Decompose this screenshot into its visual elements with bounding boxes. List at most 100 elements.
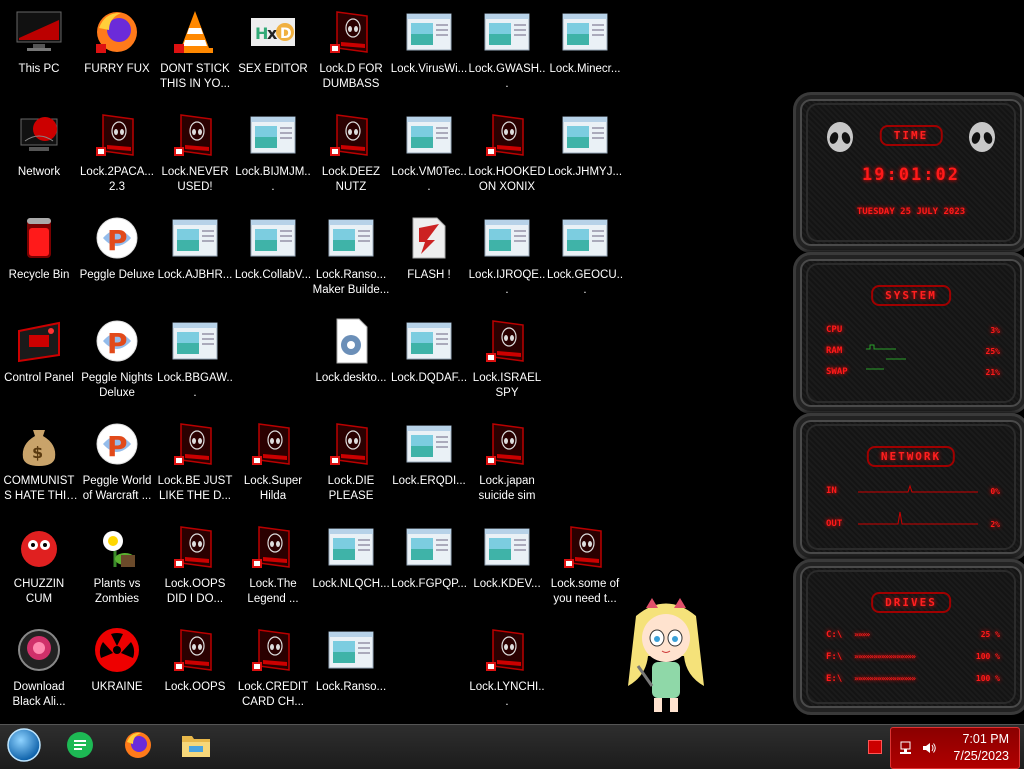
- desktop-icon[interactable]: Lock.DEEZ NUTZ: [312, 103, 390, 203]
- desktop-icon-label: Download Black Ali...: [12, 681, 66, 708]
- desktop-icon[interactable]: Lock.GEOCU...: [546, 206, 624, 306]
- desktop-icon[interactable]: Lock.LYNCHI...: [468, 618, 546, 718]
- desktop-icon[interactable]: Lock.OOPS DID I DO...: [156, 515, 234, 615]
- window-app-icon: [405, 8, 453, 56]
- drive-f-bar: »»»»»»»»»»»»»»»»: [854, 652, 916, 661]
- swap-label: SWAP: [826, 367, 848, 377]
- cpu-value: 3%: [990, 326, 1000, 335]
- desktop-icon[interactable]: Lock.FGPQP...: [390, 515, 468, 615]
- desktop-icon[interactable]: Lock.HOOKED ON XONIX: [468, 103, 546, 203]
- desktop-icon[interactable]: Lock.OOPS: [156, 618, 234, 718]
- chat-app-icon: [65, 730, 95, 765]
- desktop-icon-label: FURRY FUX: [84, 63, 150, 75]
- start-button[interactable]: [4, 727, 44, 765]
- desktop-icon[interactable]: Lock.GWASH...: [468, 0, 546, 100]
- drives-widget-title: DRIVES: [871, 592, 951, 613]
- time-widget-title: TIME: [879, 125, 943, 146]
- flash-file-icon: [405, 214, 453, 262]
- alien-head-right-icon: [966, 121, 998, 155]
- desktop-icon[interactable]: Lock.some of you need t...: [546, 515, 624, 615]
- desktop-icon-label: UKRAINE: [91, 681, 143, 693]
- desktop-icon-label: Lock.GEOCU...: [546, 269, 624, 296]
- desktop-icon[interactable]: P Peggle Deluxe: [78, 206, 156, 306]
- desktop-icon[interactable]: CHUZZIN CUM: [0, 515, 78, 615]
- time-widget: TIME 19:01:02 TUESDAY 25 JULY 2023: [793, 92, 1024, 253]
- taskbar-file-explorer[interactable]: [176, 729, 216, 765]
- monitor-red-icon: [15, 8, 63, 56]
- network-icon[interactable]: [899, 740, 915, 761]
- taskbar-firefox[interactable]: [118, 729, 158, 765]
- taskbar-chat-app[interactable]: [60, 729, 100, 765]
- desktop-icon-label: Recycle Bin: [8, 269, 70, 281]
- tray-clock-time[interactable]: 7:01 PM: [962, 732, 1009, 746]
- desktop-icon[interactable]: Lock.The Legend ...: [234, 515, 312, 615]
- desktop-icon[interactable]: Lock.IJROQE...: [468, 206, 546, 306]
- desktop-icon-label: This PC: [18, 63, 60, 75]
- desktop-icon[interactable]: FURRY FUX: [78, 0, 156, 100]
- net-in-value: 0%: [990, 487, 1000, 496]
- svg-text:$: $: [32, 443, 43, 462]
- desktop-icon-label: Control Panel: [4, 372, 74, 384]
- cpu-label: CPU: [826, 325, 843, 335]
- volume-icon[interactable]: [921, 740, 937, 761]
- desktop-icon[interactable]: Lock.CREDIT CARD CH...: [234, 618, 312, 718]
- desktop-icon[interactable]: Lock.ERQDI...: [390, 412, 468, 512]
- desktop-icon[interactable]: Lock.Minecr...: [546, 0, 624, 100]
- desktop-icon[interactable]: Lock.JHMYJ...: [546, 103, 624, 203]
- desktop-icon[interactable]: UKRAINE: [78, 618, 156, 718]
- desktop-icon[interactable]: Lock.Super Hilda: [234, 412, 312, 512]
- window-app-icon: [171, 214, 219, 262]
- desktop-icon[interactable]: Lock.NEVER USED!: [156, 103, 234, 203]
- desktop-icon[interactable]: Network: [0, 103, 78, 203]
- desktop-icon[interactable]: Plants vs Zombies: [78, 515, 156, 615]
- desktop-icon[interactable]: DONT STICK THIS IN YO...: [156, 0, 234, 100]
- drives-widget: DRIVES C:\ »»»» 25 % F:\ »»»»»»»»»»»»»»»…: [793, 559, 1024, 715]
- net-in-label: IN: [826, 486, 837, 496]
- desktop-icon[interactable]: Lock.Ranso...: [312, 618, 390, 718]
- desktop-icon[interactable]: Recycle Bin: [0, 206, 78, 306]
- desktop-icon-label: Lock.japan suicide sim: [478, 475, 536, 502]
- desktop-icon[interactable]: Lock.VM0Tec...: [390, 103, 468, 203]
- desktop-icon[interactable]: Lock.deskto...: [312, 309, 390, 409]
- desktop-icon[interactable]: Lock.DIE PLEASE: [312, 412, 390, 512]
- desktop-icon[interactable]: P Peggle World of Warcraft ...: [78, 412, 156, 512]
- desktop-icon[interactable]: P Peggle Nights Deluxe: [78, 309, 156, 409]
- desktop-icon[interactable]: Lock.AJBHR...: [156, 206, 234, 306]
- desktop-icon[interactable]: Lock.japan suicide sim: [468, 412, 546, 512]
- desktop-icon-label: Lock.ISRAEL SPY: [472, 372, 542, 399]
- show-hidden-icons-button[interactable]: [868, 740, 882, 754]
- network-widget-title: NETWORK: [866, 446, 956, 467]
- alien-lock-icon: [249, 626, 297, 674]
- window-app-icon: [405, 317, 453, 365]
- alien-lock-icon: [483, 317, 531, 365]
- drive-e-value: 100 %: [975, 674, 1000, 683]
- desktop-icon[interactable]: $ COMMUNISTS HATE THIS G...: [0, 412, 78, 512]
- desktop-icon[interactable]: Lock.ISRAEL SPY: [468, 309, 546, 409]
- desktop-icon[interactable]: This PC: [0, 0, 78, 100]
- desktop-icon[interactable]: FLASH !: [390, 206, 468, 306]
- desktop-icon[interactable]: Hx D SEX EDITOR: [234, 0, 312, 100]
- tray-clock-date[interactable]: 7/25/2023: [953, 749, 1009, 763]
- firefox-icon: [123, 730, 153, 765]
- desktop-icon[interactable]: Lock.DQDAF...: [390, 309, 468, 409]
- desktop-icon[interactable]: Control Panel: [0, 309, 78, 409]
- desktop-icon-label: COMMUNISTS HATE THIS G...: [3, 475, 75, 502]
- desktop-icon[interactable]: Lock.NLQCH...: [312, 515, 390, 615]
- settings-file-icon: [327, 317, 375, 365]
- desktop-icon[interactable]: Lock.VirusWi...: [390, 0, 468, 100]
- svg-text:P: P: [107, 224, 128, 257]
- desktop-icon[interactable]: Lock.BE JUST LIKE THE D...: [156, 412, 234, 512]
- desktop-icon-label: Lock.Minecr...: [549, 63, 621, 75]
- desktop-icon[interactable]: Lock.BBGAW...: [156, 309, 234, 409]
- desktop-icon[interactable]: Lock.D FOR DUMBASS: [312, 0, 390, 100]
- desktop-icon[interactable]: Lock.2PACA... 2.3: [78, 103, 156, 203]
- desktop-icon-label: Lock.GWASH...: [468, 63, 546, 90]
- desktop-icon[interactable]: Lock.BIJMJM...: [234, 103, 312, 203]
- system-tray[interactable]: 7:01 PM 7/25/2023: [890, 727, 1020, 769]
- desktop-icon-label: Lock.IJROQE...: [468, 269, 546, 296]
- desktop-icon[interactable]: Lock.KDEV...: [468, 515, 546, 615]
- vlc-cone-icon: [171, 8, 219, 56]
- desktop-icon[interactable]: Download Black Ali...: [0, 618, 78, 718]
- desktop-icon[interactable]: Lock.CollabV...: [234, 206, 312, 306]
- desktop-icon[interactable]: Lock.Ranso... Maker Builde...: [312, 206, 390, 306]
